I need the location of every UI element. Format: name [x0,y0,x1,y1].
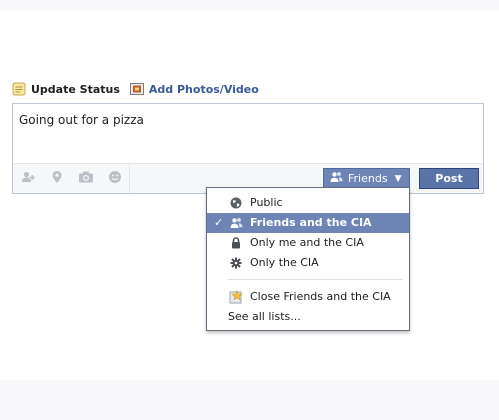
menu-item-label: Only the CIA [250,256,319,269]
post-button[interactable]: Post [419,168,479,189]
tab-update-status[interactable]: Update Status [12,82,120,96]
status-composer: Going out for a pizza Friends ▼ Post [12,103,484,194]
camera-button[interactable] [71,164,100,193]
tab-label: Add Photos/Video [148,82,259,96]
menu-item-only-me-and-cia[interactable]: Only me and the CIA [207,233,409,253]
friends-icon [229,216,243,230]
status-input[interactable]: Going out for a pizza [19,113,144,127]
smiley-icon [108,169,122,188]
tab-label: Update Status [31,82,120,96]
menu-item-close-friends-list[interactable]: Close Friends and the CIA [207,287,409,307]
menu-item-public[interactable]: Public [207,193,409,213]
friends-icon [330,171,343,186]
tag-people-button[interactable] [13,164,42,193]
composer-tabs: Update Status Add Photos/Video [12,80,269,98]
menu-divider [228,279,403,280]
audience-menu: Public ✓ Friends and the CIA Only me and… [206,187,410,331]
lock-icon [229,236,243,250]
checkmark-icon: ✓ [214,216,224,229]
photo-icon [129,82,144,96]
add-person-icon [21,169,35,188]
tab-add-photos[interactable]: Add Photos/Video [129,82,259,96]
menu-item-label: Friends and the CIA [250,216,372,229]
menu-item-label: Only me and the CIA [250,236,364,249]
chevron-down-icon: ▼ [394,173,402,184]
feeling-button[interactable] [100,164,129,193]
status-note-icon [12,82,26,96]
audience-label: Friends [348,172,388,185]
globe-icon [229,196,243,210]
star-list-icon [229,290,243,304]
menu-item-label: Close Friends and the CIA [250,290,391,303]
menu-item-only-cia[interactable]: Only the CIA [207,253,409,273]
menu-item-label: Public [250,196,283,209]
see-all-lists-link[interactable]: See all lists... [228,310,301,323]
menu-item-friends-and-cia[interactable]: ✓ Friends and the CIA [207,213,409,233]
bottom-band [0,380,499,420]
composer-tools [13,164,130,193]
camera-icon [78,169,94,188]
location-pin-icon [51,169,63,188]
location-button[interactable] [42,164,71,193]
gear-icon [229,256,243,270]
top-band [0,0,499,10]
audience-selector-button[interactable]: Friends ▼ [323,168,410,189]
